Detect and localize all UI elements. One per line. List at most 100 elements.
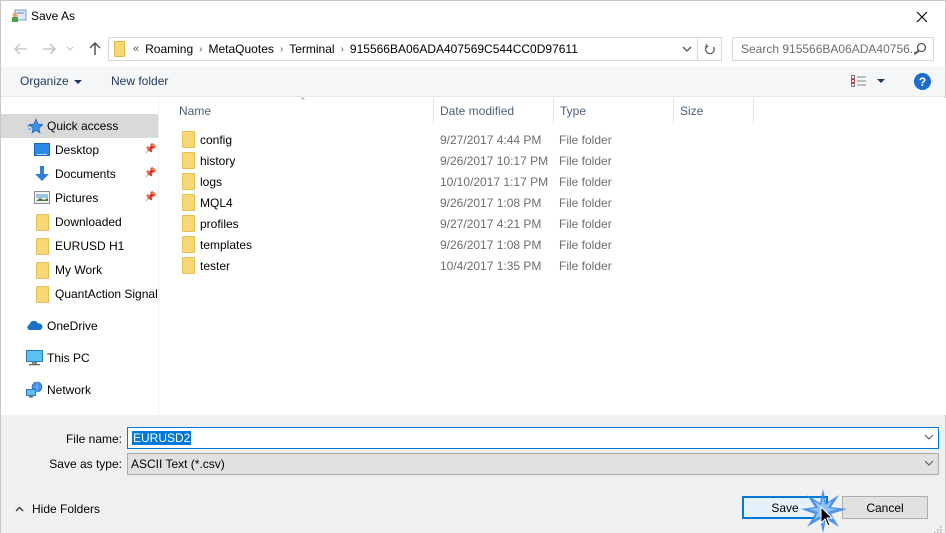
view-options-caret[interactable] [877,79,885,83]
arrow-left-icon [14,43,27,55]
title-bar: Save As [1,1,945,32]
hide-folders-label: Hide Folders [32,502,101,516]
sidebar-item-my-work[interactable]: My Work [1,258,158,282]
file-name: templates [200,238,253,252]
sidebar-label: Documents [55,167,116,181]
column-header-date-modified[interactable]: Date modified [434,98,553,124]
file-list[interactable]: ⌃ Name Date modified Type Size config 9/… [160,96,946,415]
sidebar-label: OneDrive [47,319,98,333]
file-date: 9/26/2017 1:08 PM [440,238,542,252]
breadcrumb-metaquotes[interactable]: MetaQuotes [209,42,274,56]
desktop-icon [34,143,50,159]
recent-locations-button[interactable] [63,38,77,60]
column-header-name[interactable]: Name [173,98,433,124]
file-type: File folder [559,217,612,231]
filename-value[interactable]: EURUSD2 [132,431,192,445]
pin-icon: 📌 [144,144,157,155]
sidebar-item-eurusd-h1[interactable]: EURUSD H1 [1,234,158,258]
save-button[interactable]: Save [742,496,828,519]
close-icon [916,11,928,22]
sidebar-label: QuantAction Signal [55,287,158,301]
up-button[interactable] [85,38,105,60]
savetype-select[interactable]: ASCII Text (*.csv) [127,453,939,475]
file-row[interactable]: config 9/27/2017 4:44 PM File folder [160,129,760,150]
help-button[interactable]: ? [914,73,931,90]
chevron-right-icon[interactable]: › [280,44,283,55]
chevron-right-icon[interactable]: › [341,44,344,55]
file-type: File folder [559,175,612,189]
chevron-down-icon [924,434,934,440]
pictures-icon [34,191,50,207]
breadcrumb-terminal-id[interactable]: 915566BA06ADA407569C544CC0D97611 [350,42,578,56]
file-row[interactable]: profiles 9/27/2017 4:21 PM File folder [160,213,760,234]
file-row[interactable]: tester 10/4/2017 1:35 PM File folder [160,255,760,276]
savetype-value: ASCII Text (*.csv) [131,457,225,471]
chevron-up-icon [15,504,24,514]
file-name: history [200,154,236,168]
details-view-icon [851,75,866,87]
arrow-up-icon [89,42,101,55]
search-placeholder: Search 915566BA06ADA40756... [741,42,920,56]
address-dropdown-button[interactable] [677,38,697,60]
chevron-down-icon [66,46,74,51]
folder-icon [114,41,125,57]
navigation-bar: « Roaming › MetaQuotes › Terminal › 9155… [1,32,945,67]
sidebar-item-quick-access[interactable]: Quick access [1,114,158,138]
back-button[interactable] [11,38,31,60]
hide-folders-button[interactable]: Hide Folders [15,502,100,516]
refresh-button[interactable] [698,37,722,61]
search-input[interactable]: Search 915566BA06ADA40756... [732,37,934,61]
forward-button[interactable] [39,38,59,60]
filename-history-dropdown[interactable] [924,432,934,443]
navigation-pane[interactable]: Quick access Desktop 📌 Documents 📌 Pictu… [1,98,159,415]
window-title: Save As [31,9,76,23]
cancel-button[interactable]: Cancel [842,496,928,519]
filename-input[interactable]: EURUSD2 [127,427,939,449]
sidebar-item-quantaction-signal[interactable]: QuantAction Signal [1,282,158,306]
refresh-icon [704,43,715,54]
file-date: 9/27/2017 4:44 PM [440,133,542,147]
address-bar[interactable]: « Roaming › MetaQuotes › Terminal › 9155… [108,37,698,61]
organize-menu[interactable]: Organize [20,74,82,88]
file-row[interactable]: history 9/26/2017 10:17 PM File folder [160,150,760,171]
star-icon [27,118,44,134]
file-date: 10/10/2017 1:17 PM [440,175,549,189]
file-name: MQL4 [200,196,233,210]
sidebar-item-this-pc[interactable]: This PC [1,346,158,370]
change-view-button[interactable] [851,75,867,87]
sidebar-item-documents[interactable]: Documents 📌 [1,162,158,186]
overflow-chevron[interactable]: « [133,43,139,55]
column-divider[interactable] [753,98,754,124]
sidebar-label: Pictures [55,191,99,205]
sidebar-label: My Work [55,263,103,277]
chevron-right-icon[interactable]: › [199,44,202,55]
sidebar-item-pictures[interactable]: Pictures 📌 [1,186,158,210]
sidebar-label: Network [47,383,92,397]
sidebar-item-desktop[interactable]: Desktop 📌 [1,138,158,162]
folder-icon [182,152,195,169]
column-header-size[interactable]: Size [674,98,753,124]
resize-grip[interactable] [934,523,942,533]
savetype-dropdown[interactable] [924,458,934,469]
folder-icon [182,257,195,274]
cloud-icon [26,320,43,336]
arrow-right-icon [43,43,56,55]
chevron-down-icon [924,460,934,466]
file-row[interactable]: logs 10/10/2017 1:17 PM File folder [160,171,760,192]
file-name: logs [200,175,223,189]
folder-icon [182,215,195,232]
file-row[interactable]: templates 9/26/2017 1:08 PM File folder [160,234,760,255]
sidebar-item-downloaded[interactable]: Downloaded [1,210,158,234]
new-folder-button[interactable]: New folder [111,74,168,88]
sidebar-label: Desktop [55,143,100,157]
breadcrumb-roaming[interactable]: Roaming [145,42,193,56]
breadcrumb-terminal[interactable]: Terminal [289,42,334,56]
file-date: 10/4/2017 1:35 PM [440,259,542,273]
sidebar-item-onedrive[interactable]: OneDrive [1,314,158,338]
sidebar-item-network[interactable]: Network [1,378,158,402]
close-button[interactable] [899,1,945,32]
command-bar: Organize New folder ? [1,67,945,97]
file-row[interactable]: MQL4 9/26/2017 1:08 PM File folder [160,192,760,213]
search-icon[interactable] [913,42,927,56]
column-header-type[interactable]: Type [554,98,673,124]
